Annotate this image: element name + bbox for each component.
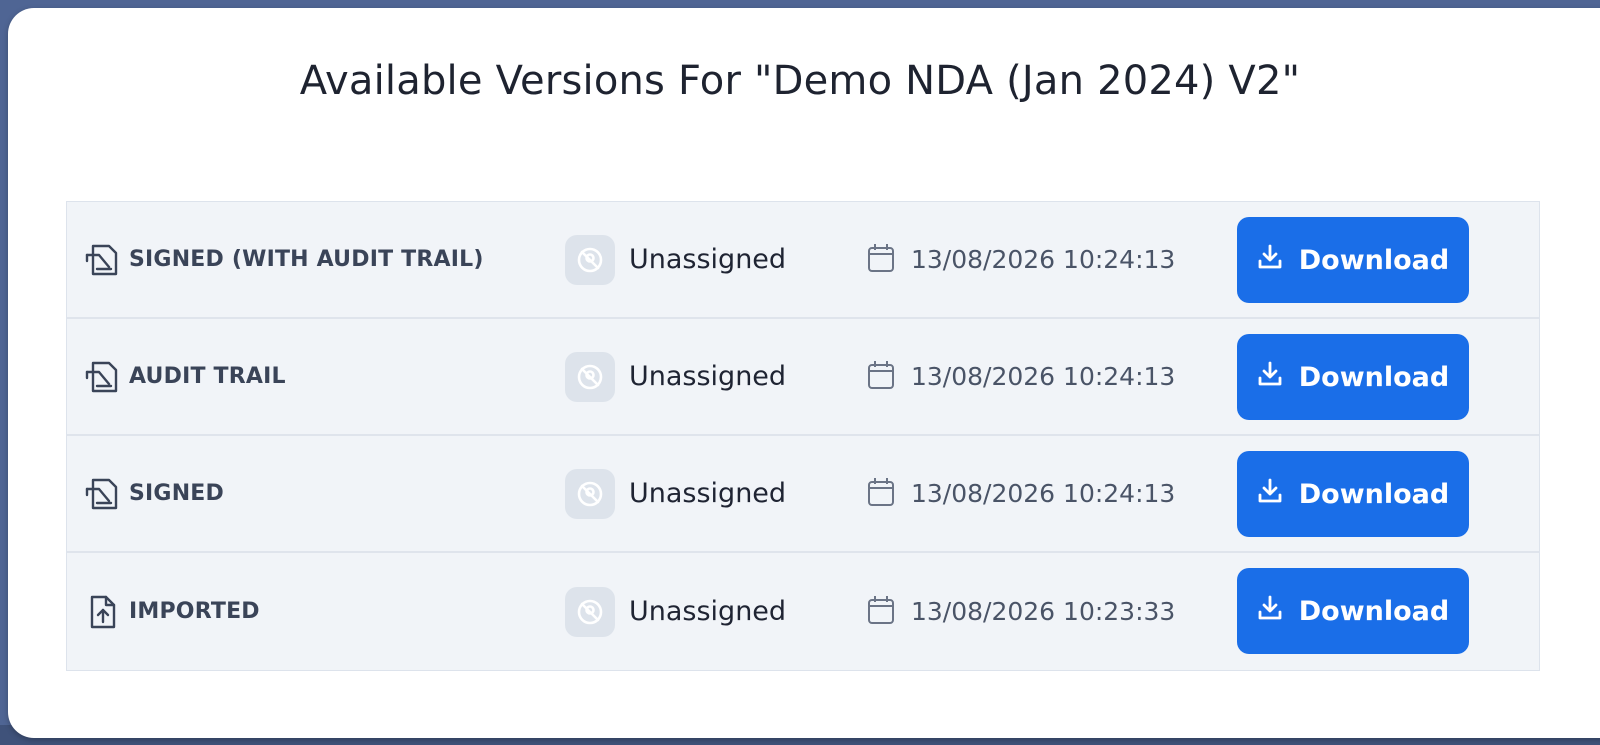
signature-document-icon	[85, 243, 121, 277]
unassigned-avatar-icon	[565, 234, 615, 285]
download-icon	[1257, 361, 1283, 394]
unassigned-avatar-icon	[565, 586, 615, 637]
assignee: Unassigned	[565, 202, 786, 317]
version-type-label: AUDIT TRAIL	[129, 364, 286, 389]
version-row: SIGNED (WITH AUDIT TRAIL) Unassigned 13/…	[67, 202, 1539, 319]
version-row: IMPORTED Unassigned 13/08/2026 10:23:33 …	[67, 553, 1539, 670]
versions-table: SIGNED (WITH AUDIT TRAIL) Unassigned 13/…	[66, 201, 1540, 671]
download-button[interactable]: Download	[1237, 451, 1469, 537]
version-type-label: SIGNED	[129, 481, 224, 506]
download-button-label: Download	[1298, 595, 1450, 627]
version-type-label: IMPORTED	[129, 599, 260, 624]
signature-document-icon	[85, 360, 121, 394]
assignee-label: Unassigned	[629, 596, 787, 627]
unassigned-avatar-icon	[565, 351, 615, 402]
timestamp: 13/08/2026 10:24:13	[911, 245, 1176, 274]
version-date: 13/08/2026 10:24:13	[867, 436, 1175, 551]
assignee-label: Unassigned	[629, 478, 787, 509]
version-date: 13/08/2026 10:24:13	[867, 202, 1175, 317]
download-button[interactable]: Download	[1237, 568, 1469, 654]
calendar-icon	[867, 360, 895, 394]
version-type-label: SIGNED (WITH AUDIT TRAIL)	[129, 247, 484, 272]
version-date: 13/08/2026 10:23:33	[867, 553, 1175, 670]
download-button-label: Download	[1298, 361, 1450, 393]
versions-modal: Available Versions For "Demo NDA (Jan 20…	[8, 8, 1600, 738]
download-button-label: Download	[1298, 244, 1450, 276]
calendar-icon	[867, 477, 895, 511]
timestamp: 13/08/2026 10:23:33	[911, 597, 1176, 626]
calendar-icon	[867, 595, 895, 629]
unassigned-avatar-icon	[565, 468, 615, 519]
signature-document-icon	[85, 477, 121, 511]
file-upload-icon	[85, 595, 121, 629]
modal-title: Available Versions For "Demo NDA (Jan 20…	[299, 58, 1301, 104]
assignee: Unassigned	[565, 319, 786, 434]
assignee: Unassigned	[565, 553, 786, 670]
timestamp: 13/08/2026 10:24:13	[911, 362, 1176, 391]
download-icon	[1257, 595, 1283, 628]
download-icon	[1257, 244, 1283, 277]
download-button-label: Download	[1298, 478, 1450, 510]
assignee-label: Unassigned	[629, 361, 787, 392]
version-row: AUDIT TRAIL Unassigned 13/08/2026 10:24:…	[67, 319, 1539, 436]
version-type: SIGNED (WITH AUDIT TRAIL)	[85, 202, 484, 317]
download-button[interactable]: Download	[1237, 334, 1469, 420]
version-type: SIGNED	[85, 436, 224, 551]
calendar-icon	[867, 243, 895, 277]
download-icon	[1257, 478, 1283, 511]
version-date: 13/08/2026 10:24:13	[867, 319, 1175, 434]
assignee-label: Unassigned	[629, 244, 787, 275]
version-type: IMPORTED	[85, 553, 260, 670]
version-row: SIGNED Unassigned 13/08/2026 10:24:13 Do…	[67, 436, 1539, 553]
assignee: Unassigned	[565, 436, 786, 551]
timestamp: 13/08/2026 10:24:13	[911, 479, 1176, 508]
version-type: AUDIT TRAIL	[85, 319, 286, 434]
download-button[interactable]: Download	[1237, 217, 1469, 303]
